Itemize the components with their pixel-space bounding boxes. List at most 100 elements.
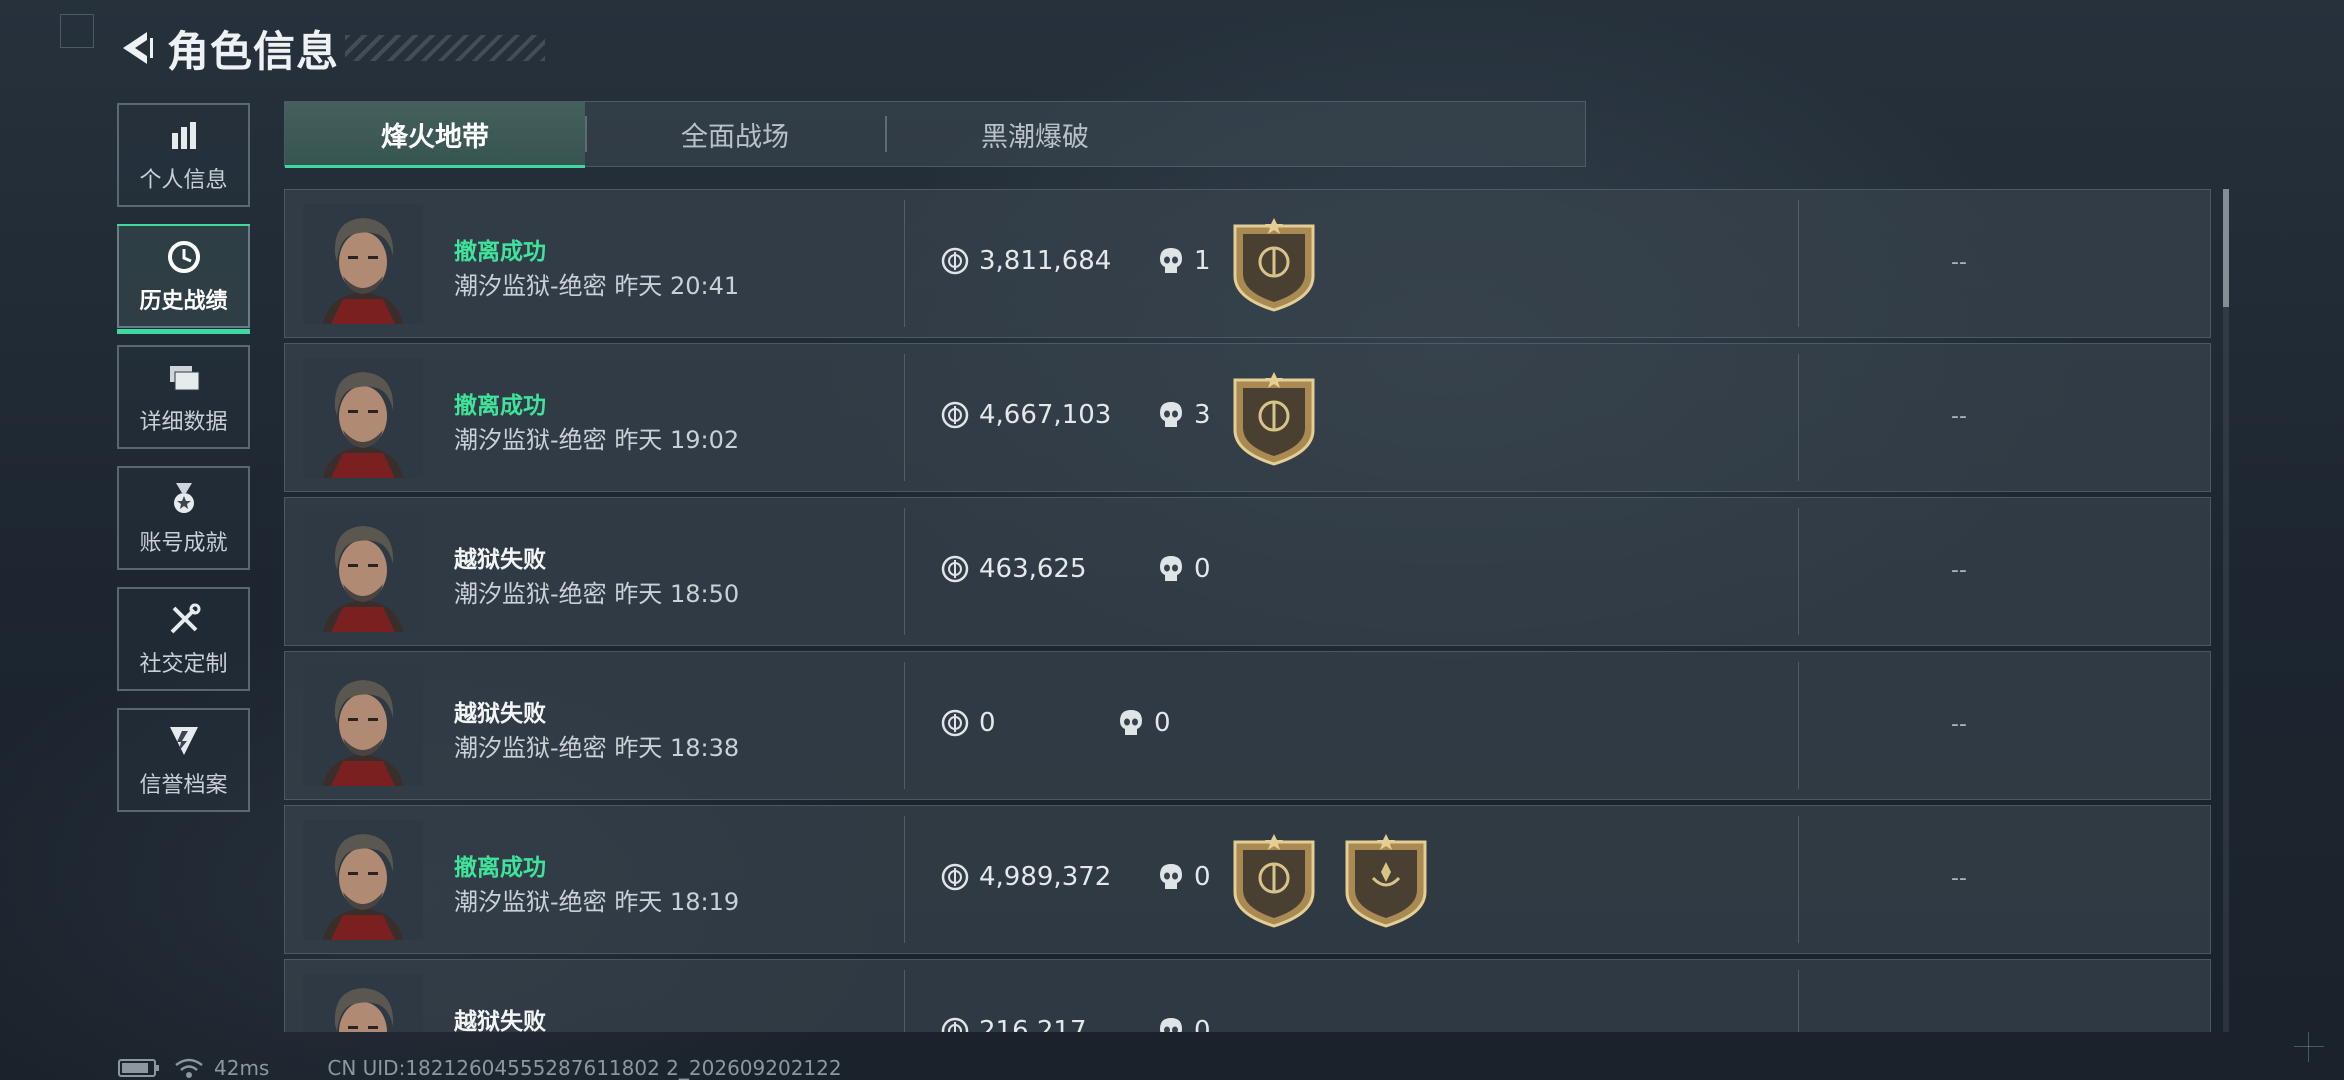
match-time: 昨天 20:41 xyxy=(614,272,740,300)
row-divider xyxy=(1798,816,1799,943)
row-divider xyxy=(1798,354,1799,481)
loot-value-group: 216,217 xyxy=(941,1016,1087,1032)
map-name: 潮汐监狱-绝密 xyxy=(454,272,607,300)
kill-count: 0 xyxy=(1154,708,1171,738)
row-divider xyxy=(904,662,905,789)
match-status: 撤离成功 xyxy=(454,239,546,265)
kill-count-group: 0 xyxy=(1158,1016,1211,1032)
gold-medal-badge-icon[interactable] xyxy=(1229,372,1319,466)
status-footer: 42ms CN UID:18212604555287611802 2_20260… xyxy=(118,1056,842,1080)
sidebar-item-label: 详细数据 xyxy=(139,410,228,435)
gold-medal-badge-icon[interactable] xyxy=(1229,218,1319,312)
row-divider xyxy=(1798,508,1799,635)
tab-blacktide-breach[interactable]: 黑潮爆破 xyxy=(885,102,1185,166)
match-status: 越狱失败 xyxy=(454,1009,546,1032)
loot-value: 0 xyxy=(979,708,996,738)
map-name: 潮汐监狱-绝密 xyxy=(454,734,607,762)
coin-icon xyxy=(941,709,969,737)
row-divider xyxy=(904,200,905,327)
kill-count: 0 xyxy=(1194,1016,1211,1032)
match-row[interactable]: 撤离成功 潮汐监狱-绝密 昨天 20:41 3,811,684 1 -- xyxy=(284,189,2211,338)
loot-value: 463,625 xyxy=(979,554,1087,584)
sidebar-item-label: 历史战绩 xyxy=(139,289,228,314)
row-divider xyxy=(904,816,905,943)
bar-chart-icon xyxy=(164,116,204,156)
kill-count: 3 xyxy=(1194,400,1211,430)
tools-icon xyxy=(164,600,204,640)
match-row[interactable]: 撤离成功 潮汐监狱-绝密 昨天 18:19 4,989,372 0 -- xyxy=(284,805,2211,954)
match-row[interactable]: 越狱失败 潮汐监狱-绝密 昨天 18:38 0 0 -- xyxy=(284,651,2211,800)
back-arrow-icon[interactable] xyxy=(115,26,159,70)
row-divider xyxy=(1798,200,1799,327)
map-name: 潮汐监狱-绝密 xyxy=(454,888,607,916)
match-map-time: 潮汐监狱-绝密 昨天 18:38 xyxy=(454,728,739,763)
battery-icon xyxy=(118,1059,159,1077)
match-map-time: 潮汐监狱-绝密 昨天 18:19 xyxy=(454,882,739,917)
tab-firezone[interactable]: 烽火地带 xyxy=(285,102,585,168)
coin-icon xyxy=(941,555,969,583)
kill-count-group: 0 xyxy=(1118,708,1171,738)
loot-value: 4,667,103 xyxy=(979,400,1112,430)
row-divider xyxy=(904,970,905,1032)
list-scrollbar[interactable] xyxy=(2223,189,2229,1032)
match-time: 昨天 19:02 xyxy=(614,426,740,454)
match-badges xyxy=(1229,372,1341,466)
loot-value: 3,811,684 xyxy=(979,246,1112,276)
sidebar-item-profile[interactable]: 个人信息 xyxy=(117,103,250,207)
coin-icon xyxy=(941,401,969,429)
ping-text: 42ms xyxy=(214,1056,270,1080)
kill-count: 1 xyxy=(1194,246,1211,276)
match-map-time: 潮汐监狱-绝密 昨天 18:50 xyxy=(454,574,739,609)
operator-avatar xyxy=(303,358,423,478)
mode-tabs: 烽火地带 全面战场 黑潮爆破 xyxy=(284,101,1586,168)
sidebar-item-details[interactable]: 详细数据 xyxy=(117,345,250,449)
match-rating: -- xyxy=(1951,866,1967,891)
match-rating: -- xyxy=(1951,1020,1967,1032)
kill-count-group: 0 xyxy=(1158,862,1211,892)
match-time: 昨天 18:19 xyxy=(614,888,740,916)
match-row[interactable]: 越狱失败 216,217 0 -- xyxy=(284,959,2211,1032)
loot-value-group: 463,625 xyxy=(941,554,1087,584)
skull-icon xyxy=(1158,554,1184,584)
row-divider xyxy=(904,354,905,481)
match-rating: -- xyxy=(1951,404,1967,429)
match-row[interactable]: 撤离成功 潮汐监狱-绝密 昨天 19:02 4,667,103 3 -- xyxy=(284,343,2211,492)
kill-count-group: 1 xyxy=(1158,246,1211,276)
sidebar-item-achievements[interactable]: 账号成就 xyxy=(117,466,250,570)
row-divider xyxy=(1798,970,1799,1032)
sidebar-item-history[interactable]: 历史战绩 xyxy=(117,224,250,334)
operator-avatar xyxy=(303,974,423,1032)
match-badges xyxy=(1229,218,1341,312)
scrollbar-thumb[interactable] xyxy=(2223,189,2229,307)
loot-value-group: 0 xyxy=(941,708,996,738)
skull-icon xyxy=(1158,1016,1184,1032)
coin-icon xyxy=(941,1017,969,1032)
page-title: 角色信息 xyxy=(167,26,340,76)
uid-text: CN UID:18212604555287611802 2_2026092021… xyxy=(327,1056,842,1080)
medal-icon xyxy=(164,479,204,519)
skull-icon xyxy=(1158,400,1184,430)
operator-avatar xyxy=(303,666,423,786)
title-stripe-decoration xyxy=(345,35,546,61)
kill-count: 0 xyxy=(1194,554,1211,584)
kill-count-group: 0 xyxy=(1158,554,1211,584)
kill-count-group: 3 xyxy=(1158,400,1211,430)
skull-icon xyxy=(1118,708,1144,738)
gold-medal-badge-icon[interactable] xyxy=(1229,834,1319,928)
match-map-time: 潮汐监狱-绝密 昨天 19:02 xyxy=(454,420,739,455)
sidebar-item-credit[interactable]: 信誉档案 xyxy=(117,708,250,812)
match-history-list[interactable]: 撤离成功 潮汐监狱-绝密 昨天 20:41 3,811,684 1 -- 撤离成… xyxy=(284,189,2211,1032)
skull-icon xyxy=(1158,862,1184,892)
match-row[interactable]: 越狱失败 潮汐监狱-绝密 昨天 18:50 463,625 0 -- xyxy=(284,497,2211,646)
wifi-icon xyxy=(175,1058,203,1078)
match-rating: -- xyxy=(1951,558,1967,583)
match-rating: -- xyxy=(1951,250,1967,275)
folder-stack-icon xyxy=(164,358,204,398)
match-status: 越狱失败 xyxy=(454,701,546,727)
laurel-medal-badge-icon[interactable] xyxy=(1341,834,1431,928)
operator-avatar xyxy=(303,512,423,632)
loot-value-group: 4,667,103 xyxy=(941,400,1111,430)
tab-full-battlefield[interactable]: 全面战场 xyxy=(585,102,885,166)
match-status: 越狱失败 xyxy=(454,547,546,573)
sidebar-item-social[interactable]: 社交定制 xyxy=(117,587,250,691)
